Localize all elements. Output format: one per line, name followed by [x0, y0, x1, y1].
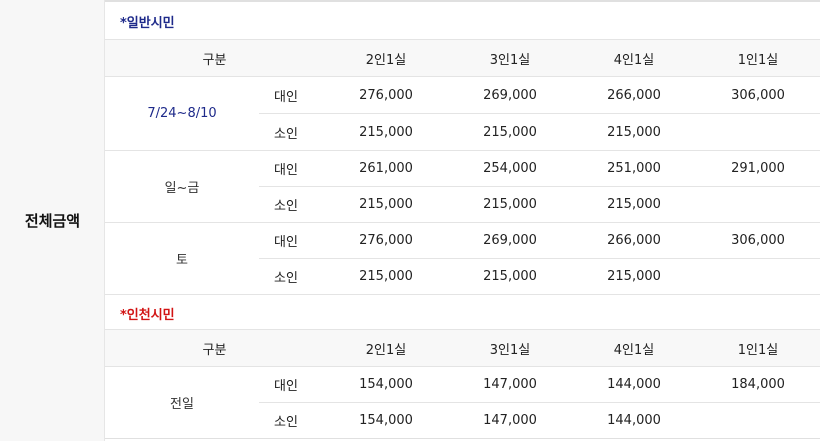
category-column: 전체금액 — [0, 0, 105, 441]
price-cell: 276,000 — [324, 222, 449, 259]
table-end-line — [105, 294, 820, 295]
price-content: *일반시민 구분 2인1실 3인1실 4인1실 1인1실 7/24~8/10 대… — [105, 0, 820, 441]
price-table-general: 구분 2인1실 3인1실 4인1실 1인1실 7/24~8/10 대인 276,… — [105, 39, 820, 295]
price-cell: 266,000 — [572, 222, 697, 259]
period-cell: 7/24~8/10 — [105, 76, 259, 151]
header-room-1: 1인1실 — [696, 329, 820, 367]
header-category: 구분 — [105, 329, 325, 367]
table-header-row: 구분 2인1실 3인1실 4인1실 1인1실 — [105, 329, 820, 367]
price-cell — [696, 186, 820, 223]
guest-type-adult: 대인 — [259, 366, 325, 403]
price-cell: 215,000 — [448, 258, 573, 295]
guest-type-adult: 대인 — [259, 150, 325, 187]
guest-type-adult: 대인 — [259, 222, 325, 259]
price-cell: 276,000 — [324, 76, 449, 114]
price-cell: 266,000 — [572, 76, 697, 114]
price-cell: 215,000 — [324, 113, 449, 151]
price-cell: 144,000 — [572, 366, 697, 403]
price-cell: 215,000 — [448, 186, 573, 223]
price-cell: 215,000 — [572, 113, 697, 151]
price-cell: 147,000 — [448, 366, 573, 403]
price-cell: 215,000 — [448, 113, 573, 151]
section-label-incheon: *인천시민 — [120, 308, 175, 323]
guest-type-adult: 대인 — [259, 76, 325, 114]
header-room-2: 2인1실 — [324, 329, 449, 367]
price-cell: 269,000 — [448, 76, 573, 114]
price-cell: 154,000 — [324, 402, 449, 439]
period-cell: 토 — [105, 222, 259, 295]
guest-type-child: 소인 — [259, 402, 325, 439]
price-cell — [696, 402, 820, 439]
period-cell: 전일 — [105, 366, 259, 439]
price-cell: 254,000 — [448, 150, 573, 187]
header-room-4: 4인1실 — [572, 329, 697, 367]
price-cell: 184,000 — [696, 366, 820, 403]
price-cell: 261,000 — [324, 150, 449, 187]
price-cell — [696, 258, 820, 295]
table-row: 7/24~8/10 대인 276,000 269,000 266,000 306… — [105, 76, 820, 151]
price-cell: 306,000 — [696, 76, 820, 114]
category-title: 전체금액 — [24, 212, 81, 230]
table-end-rule — [105, 294, 820, 295]
price-cell: 144,000 — [572, 402, 697, 439]
header-room-2: 2인1실 — [324, 39, 449, 77]
price-table-incheon: 구분 2인1실 3인1실 4인1실 1인1실 전일 대인 154,000 147… — [105, 329, 820, 439]
price-cell: 215,000 — [324, 186, 449, 223]
table-row: 토 대인 276,000 269,000 266,000 306,000 — [105, 222, 820, 295]
price-cell: 251,000 — [572, 150, 697, 187]
header-category: 구분 — [105, 39, 325, 77]
price-cell: 147,000 — [448, 402, 573, 439]
price-table-panel: 전체금액 *일반시민 구분 2인1실 3인1실 4인1실 1인1실 7/24~8… — [0, 0, 820, 441]
bottom-divider — [105, 438, 820, 439]
price-cell: 291,000 — [696, 150, 820, 187]
table-row: 전일 대인 154,000 147,000 144,000 184,000 — [105, 366, 820, 439]
guest-type-child: 소인 — [259, 258, 325, 295]
header-room-3: 3인1실 — [448, 39, 573, 77]
header-room-4: 4인1실 — [572, 39, 697, 77]
header-room-3: 3인1실 — [448, 329, 573, 367]
table-row: 일~금 대인 261,000 254,000 251,000 291,000 — [105, 150, 820, 223]
price-cell — [696, 113, 820, 151]
period-cell: 일~금 — [105, 150, 259, 223]
price-cell: 306,000 — [696, 222, 820, 259]
price-cell: 215,000 — [324, 258, 449, 295]
price-cell: 215,000 — [572, 258, 697, 295]
section-label-general: *일반시민 — [120, 16, 175, 31]
guest-type-child: 소인 — [259, 113, 325, 151]
table-header-row: 구분 2인1실 3인1실 4인1실 1인1실 — [105, 39, 820, 77]
price-cell: 154,000 — [324, 366, 449, 403]
header-room-1: 1인1실 — [696, 39, 820, 77]
guest-type-child: 소인 — [259, 186, 325, 223]
price-cell: 215,000 — [572, 186, 697, 223]
price-cell: 269,000 — [448, 222, 573, 259]
